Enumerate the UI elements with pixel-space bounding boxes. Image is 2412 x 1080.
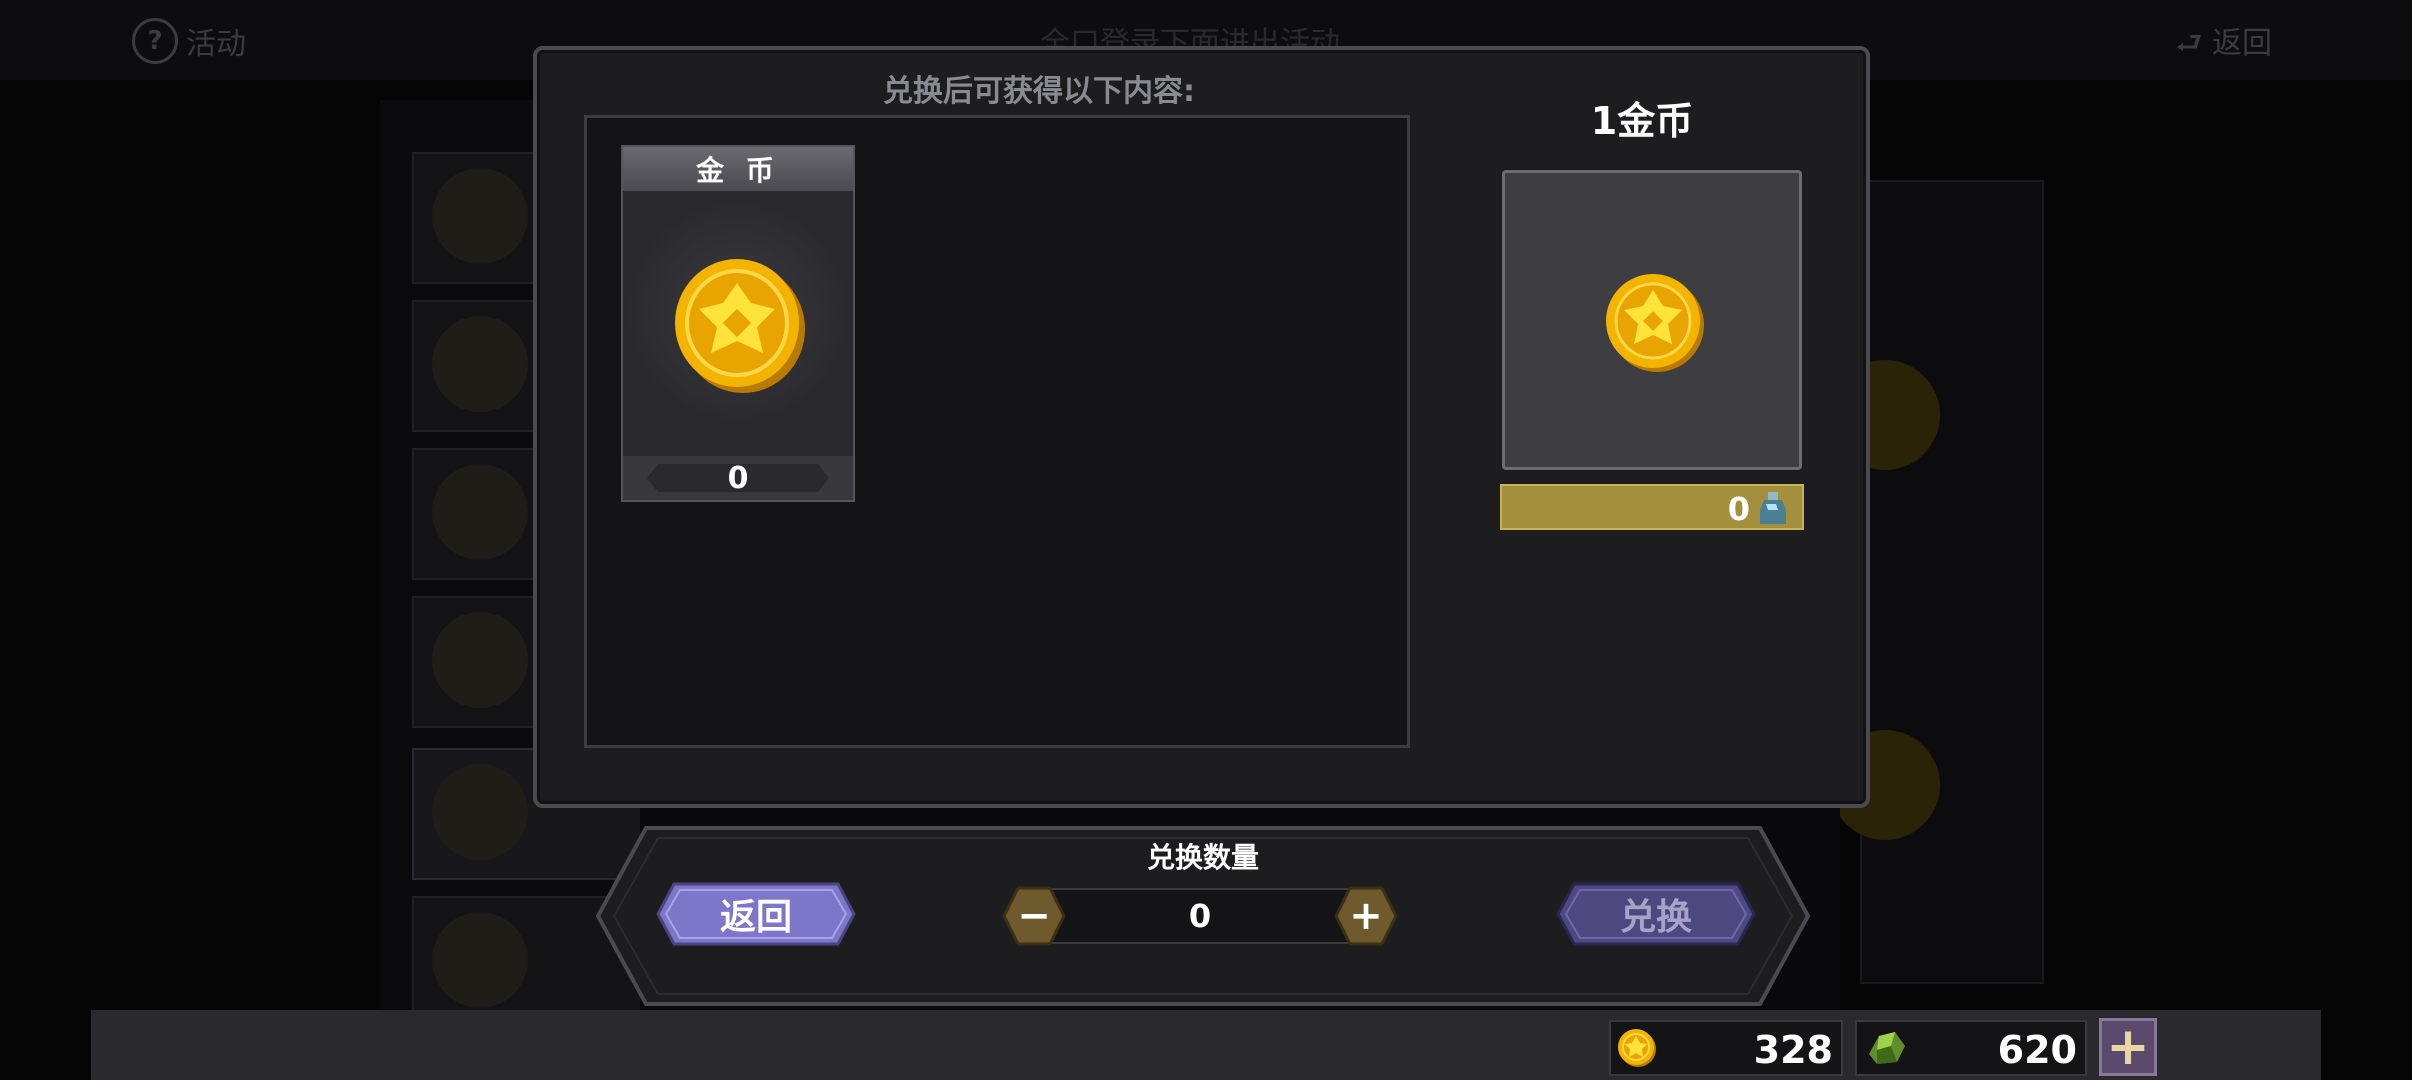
gem-currency: 620 [1855,1020,2087,1076]
dialog-heading: 兑换后可获得以下内容: [883,74,1195,109]
gold-coin-icon [1602,270,1706,374]
exchange-dialog: 兑换后可获得以下内容: 金 币 0 1金币 0 [533,46,1870,808]
reward-item-card[interactable]: 金 币 0 [621,145,855,502]
activity-thumb [432,168,528,264]
top-back-button[interactable]: ⮐ 返回 [2175,18,2272,72]
activity-thumb [432,912,528,1008]
exchange-button-label: 兑换 [1619,897,1692,938]
gem-amount: 620 [1997,1028,2077,1072]
target-item-box [1502,170,1802,470]
activity-thumb [432,464,528,560]
decrease-button[interactable]: − [1002,884,1066,948]
reward-item-count-bar: 0 [623,456,853,500]
minus-icon: − [1017,893,1051,939]
gold-coin-icon [671,255,809,395]
increase-button[interactable]: + [1334,884,1398,948]
question-icon: ? [132,18,178,64]
top-back-label: 返回 [2212,26,2272,61]
activity-thumb [432,764,528,860]
back-button[interactable]: 返回 [656,882,856,946]
target-item-title: 1金币 [1590,99,1694,143]
exchange-button[interactable]: 兑换 [1556,882,1756,946]
add-currency-button[interactable]: + [2099,1018,2157,1076]
help-activity-button[interactable]: ? 活动 [132,18,246,64]
shop-panel [1860,180,2044,984]
help-label: 活动 [186,27,246,62]
activity-thumb [432,316,528,412]
gold-currency: 328 [1609,1020,1843,1076]
plus-icon: + [1349,893,1383,939]
green-gem-icon [1865,1028,1907,1068]
reward-item-name: 金 币 [623,147,853,191]
gold-coin-icon [1617,1028,1657,1068]
bottle-icon [1756,490,1790,532]
reward-list: 金 币 0 [584,115,1410,748]
reward-item-count: 0 [727,460,749,496]
quantity-field[interactable]: 0 [1030,888,1370,944]
gold-amount: 328 [1753,1028,1833,1072]
activity-thumb [432,612,528,708]
target-cost-count: 0 [1727,490,1750,528]
quantity-label: 兑换数量 [1146,841,1259,874]
exchange-bar: 兑换数量 返回 0 − + 兑换 [596,826,1810,1006]
target-cost-bar: 0 [1500,484,1804,530]
back-button-label: 返回 [719,897,792,938]
currency-bar: 328 620 + [91,1010,2321,1080]
